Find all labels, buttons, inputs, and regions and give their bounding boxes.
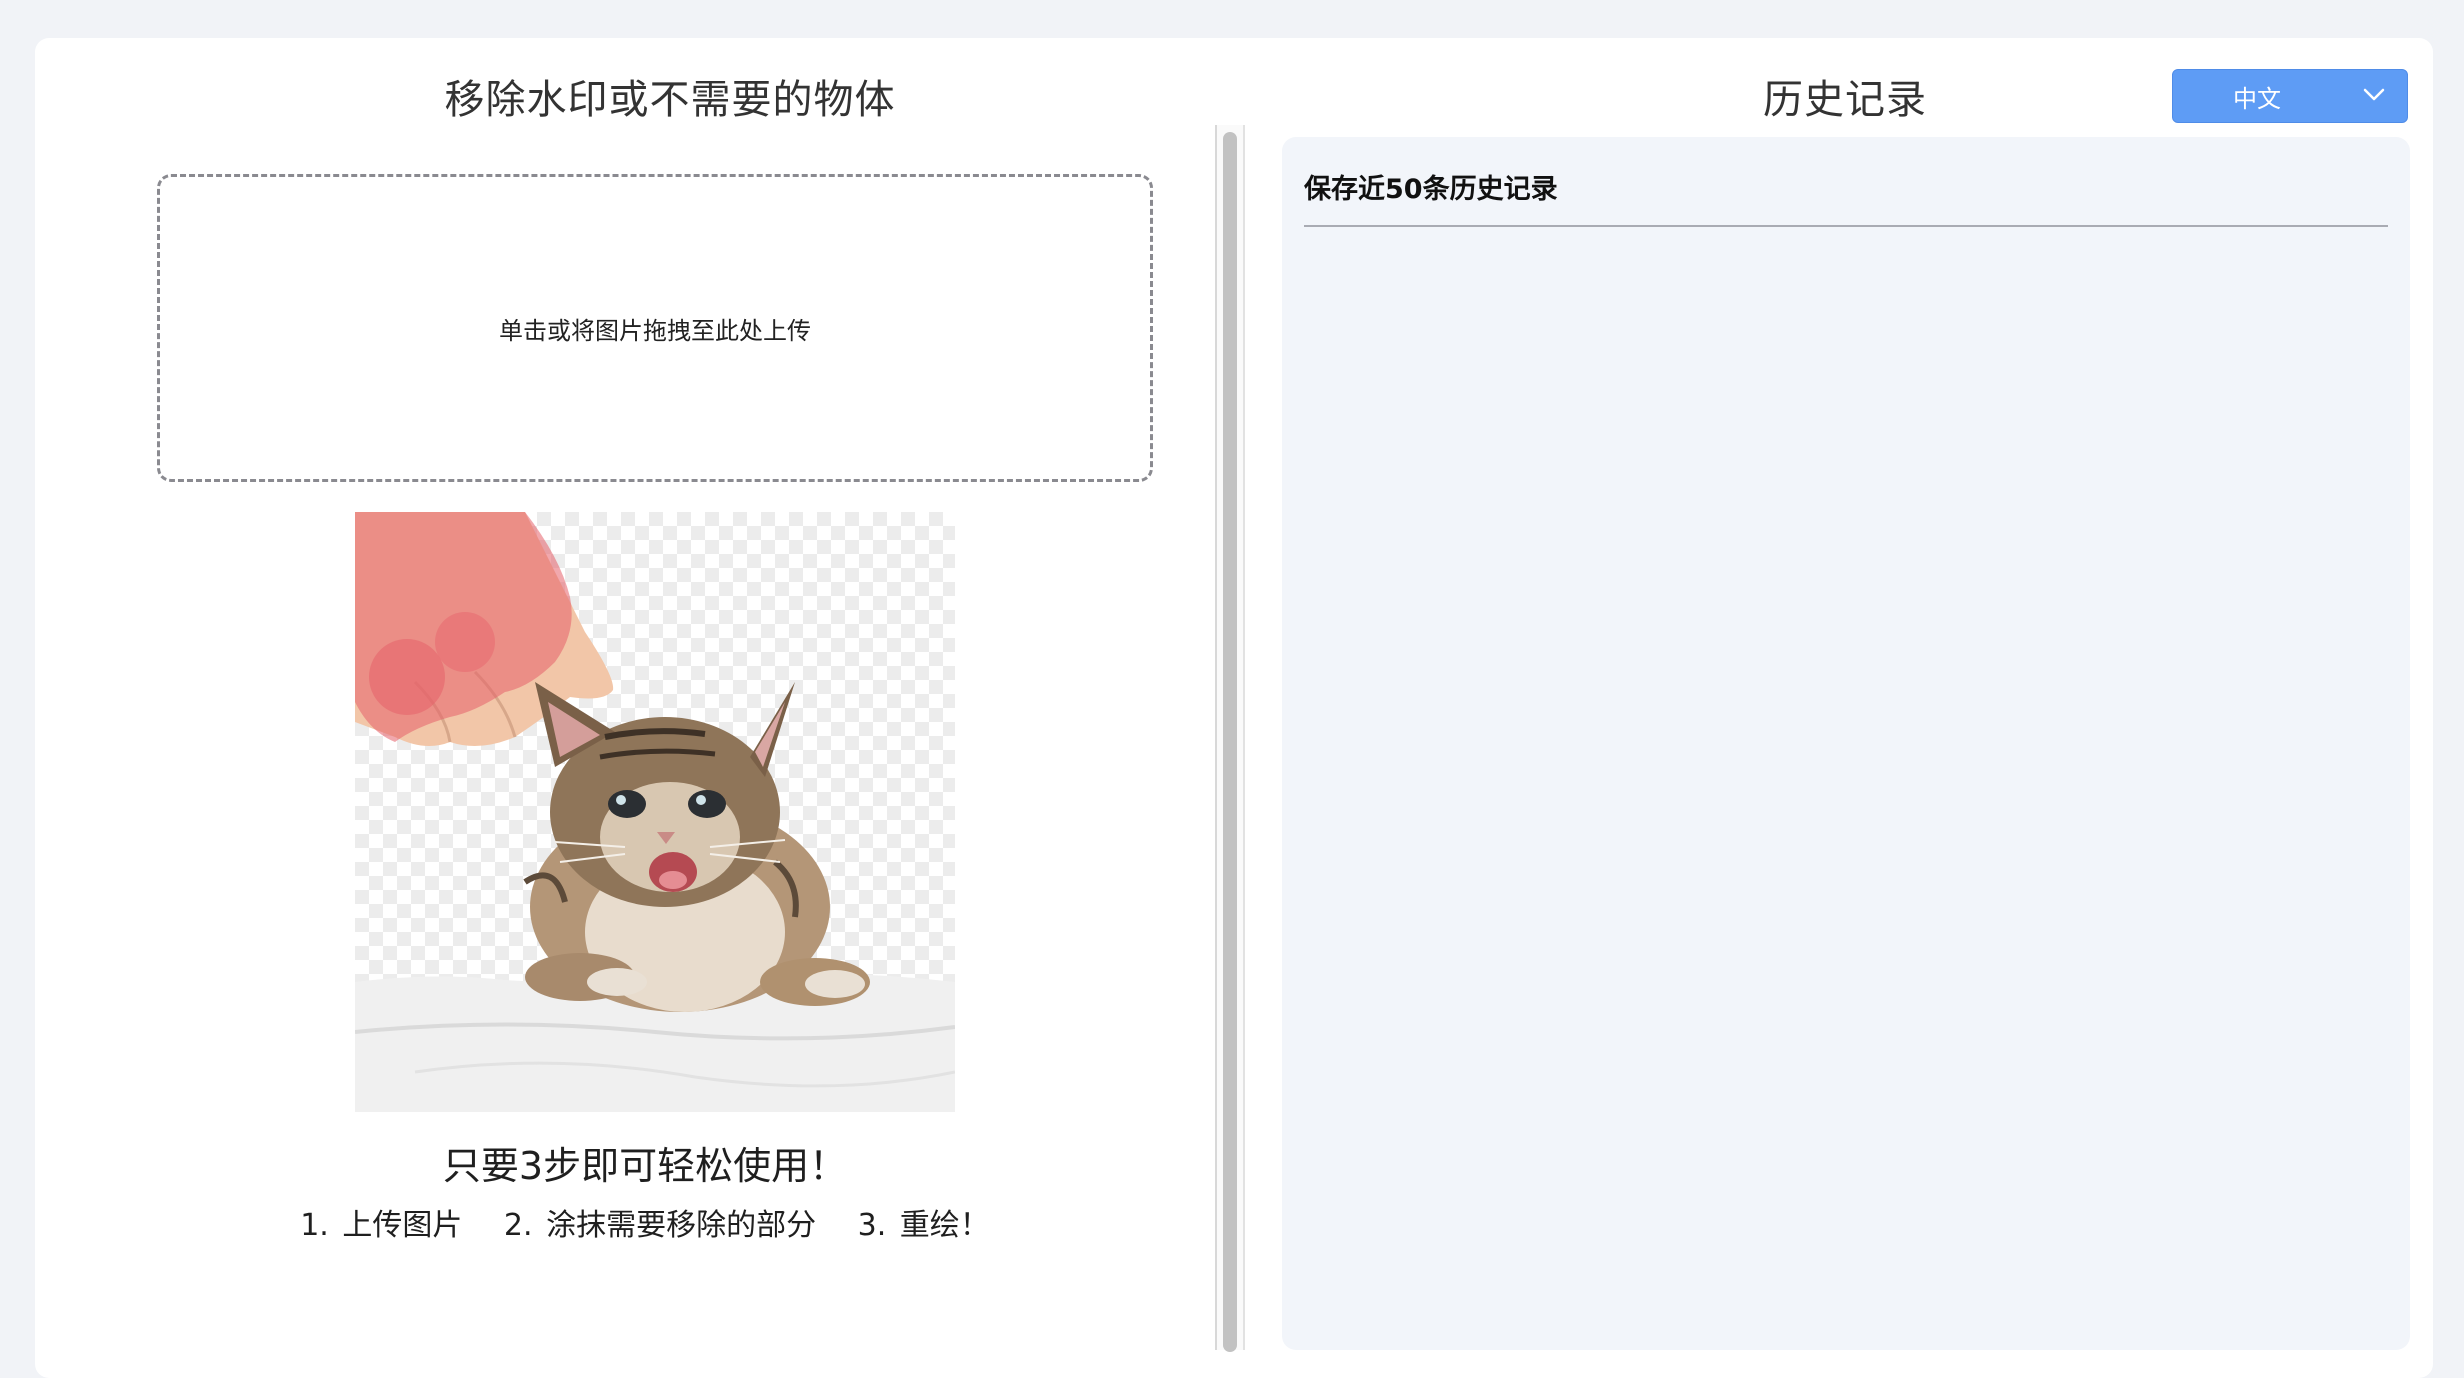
language-selected-value: 中文 xyxy=(2233,84,2281,113)
steps-list: 1. 上传图片 2. 涂抹需要移除的部分 3. 重绘！ xyxy=(35,1200,1255,1244)
language-select[interactable]: 中文 xyxy=(2172,69,2408,123)
upload-dropzone[interactable]: 单击或将图片拖拽至此处上传 xyxy=(157,174,1153,482)
page-title: 移除水印或不需要的物体 xyxy=(444,77,896,123)
steps-title: 只要3步即可轻松使用！ xyxy=(442,1144,848,1188)
demo-image xyxy=(355,512,955,1112)
step-1: 1. 上传图片 xyxy=(300,1208,463,1243)
demo-kitten-illustration xyxy=(355,512,955,1112)
history-divider xyxy=(1304,225,2388,227)
history-panel: 保存近50条历史记录 xyxy=(1282,137,2410,1350)
step-2: 2. 涂抹需要移除的部分 xyxy=(503,1208,817,1243)
scrollbar-thumb[interactable] xyxy=(1223,132,1237,1352)
history-header: 保存近50条历史记录 xyxy=(1304,174,1558,205)
step-3: 3. 重绘！ xyxy=(857,1208,990,1243)
upload-prompt: 单击或将图片拖拽至此处上传 xyxy=(499,316,811,345)
chevron-down-icon xyxy=(2363,88,2385,101)
